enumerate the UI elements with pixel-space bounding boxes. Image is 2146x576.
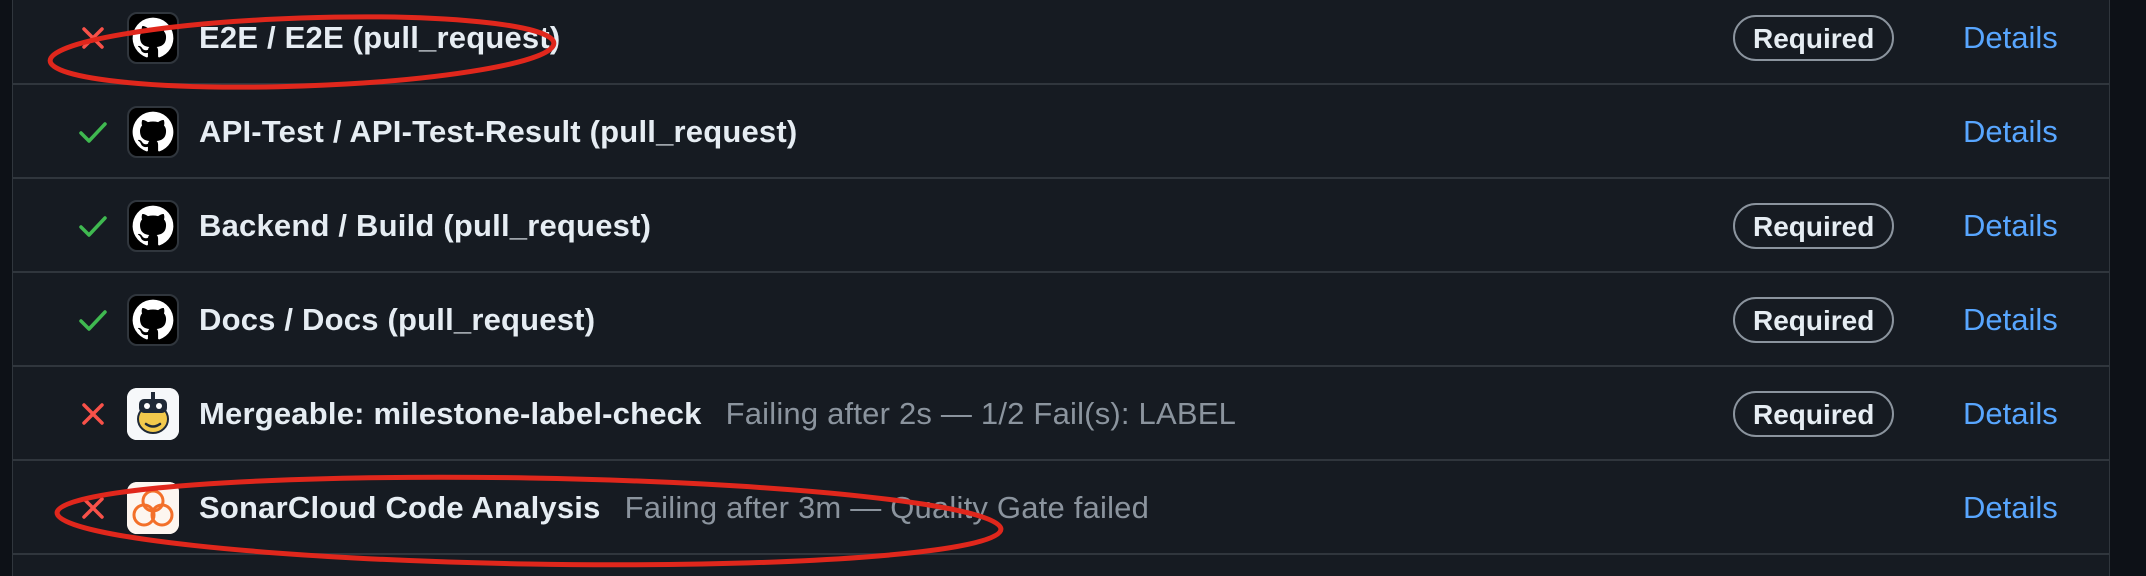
sonarcloud-icon — [127, 481, 179, 534]
check-row: E2E / E2E (pull_request) Required Detail… — [13, 0, 2109, 85]
required-badge: Required — [1733, 202, 1895, 249]
check-icon — [79, 121, 107, 143]
mergeable-bot-icon — [127, 387, 179, 440]
details-link[interactable]: Details — [1963, 208, 2058, 244]
check-title[interactable]: API-Test / API-Test-Result (pull_request… — [199, 114, 797, 150]
details-link[interactable]: Details — [1963, 396, 2058, 432]
required-badge: Required — [1733, 296, 1895, 343]
check-title[interactable]: Backend / Build (pull_request) — [199, 208, 651, 244]
github-icon — [127, 11, 179, 64]
check-row: SonarCloud Code Analysis Failing after 3m… — [13, 462, 2109, 555]
check-row: Mergeable: milestone-label-check Failing … — [13, 368, 2109, 461]
github-icon — [127, 105, 179, 158]
required-badge: Required — [1733, 390, 1895, 437]
github-icon — [127, 293, 179, 346]
details-link[interactable]: Details — [1963, 490, 2058, 526]
details-link[interactable]: Details — [1963, 114, 2058, 150]
details-link[interactable]: Details — [1963, 302, 2058, 338]
details-link[interactable]: Details — [1963, 20, 2058, 56]
check-row: API-Test / API-Test-Result (pull_request… — [13, 86, 2109, 179]
check-description: Failing after 3m — Quality Gate failed — [624, 489, 1150, 525]
check-description: Failing after 2s — 1/2 Fail(s): LABEL — [725, 395, 1237, 431]
check-title[interactable]: E2E / E2E (pull_request) — [199, 20, 584, 56]
check-title[interactable]: Mergeable: milestone-label-check Failing … — [199, 396, 1236, 432]
checks-list: E2E / E2E (pull_request) Required Detail… — [12, 0, 2110, 576]
x-icon — [82, 26, 104, 49]
x-icon — [82, 496, 104, 519]
check-icon — [79, 215, 107, 237]
check-row: Backend / Build (pull_request) Required … — [13, 180, 2109, 273]
check-title[interactable]: Docs / Docs (pull_request) — [199, 302, 595, 338]
x-icon — [82, 402, 104, 425]
required-badge: Required — [1733, 14, 1895, 61]
check-title[interactable]: SonarCloud Code Analysis Failing after 3m… — [199, 490, 1149, 526]
github-icon — [127, 199, 179, 252]
check-icon — [79, 309, 107, 331]
check-row: Docs / Docs (pull_request) Required Deta… — [13, 274, 2109, 367]
